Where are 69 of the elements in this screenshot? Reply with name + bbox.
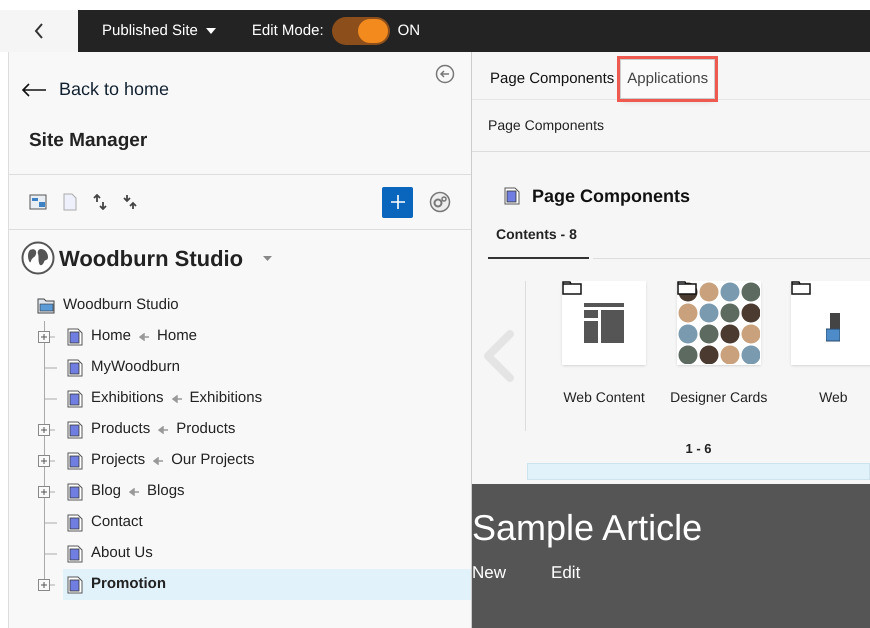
collapse-panel-icon[interactable] [435,64,455,84]
arrow-left-icon [153,456,164,464]
arrow-left-icon [21,82,47,96]
site-name: Woodburn Studio [59,244,244,272]
page-icon [67,482,83,500]
arrow-left-icon [158,426,168,434]
add-button[interactable] [382,186,413,218]
contents-tab[interactable]: Contents - 8 [488,224,589,259]
page-icon [67,544,83,562]
edit-mode-state: ON [398,20,420,41]
tree-item[interactable]: MyWoodburn [63,352,471,383]
expand-icon[interactable] [38,454,56,466]
page-icon [67,452,83,470]
article-title: Sample Article [472,508,704,548]
collapse-all-icon[interactable] [123,194,137,210]
page-icon [67,514,83,532]
site-dropdown[interactable]: Published Site [102,20,216,42]
settings-icon[interactable] [429,191,451,213]
edit-mode-switch[interactable] [332,17,390,45]
site-layout-icon[interactable] [29,194,47,210]
tree-item[interactable]: Contact [63,507,471,538]
scroll-track[interactable] [527,462,870,480]
back-to-home-link[interactable]: Back to home [21,76,170,103]
folder-icon [676,281,697,295]
tree-item[interactable]: Exhibitions Exhibitions [63,383,471,414]
tree-item[interactable]: Home Home [63,321,471,352]
palette-tab[interactable]: Page Components [484,59,620,99]
expand-icon[interactable] [38,424,56,436]
article-action-link[interactable]: Edit [551,560,580,585]
arrow-left-icon [139,332,150,340]
page-icon [67,328,83,346]
expand-icon[interactable] [38,486,56,498]
folder-icon [791,281,812,295]
caret-icon[interactable] [263,256,272,260]
chevron-left-icon [34,23,44,39]
expand-icon[interactable] [38,578,56,590]
tree-item[interactable]: Products Products [63,414,471,445]
expand-all-icon[interactable] [93,194,107,210]
tree-item[interactable]: Promotion [63,569,471,600]
component-tile[interactable] [791,281,870,365]
component-tile[interactable] [562,281,646,365]
edit-mode-label: Edit Mode: [252,20,324,41]
component-label: Web Content [563,388,645,407]
tree-item[interactable]: Projects Our Projects [63,445,471,476]
arrow-left-icon [172,394,182,402]
globe-icon [21,241,55,275]
tree-item[interactable]: Woodburn Studio [33,290,471,321]
page-icon [67,390,83,408]
page-icon [67,420,83,438]
expand-icon[interactable] [38,330,56,342]
panel-title: Site Manager [9,127,471,175]
site-folder-icon [37,298,55,314]
section-heading: Page Components [532,184,690,208]
arrow-left-icon [129,488,140,496]
page-icon [67,358,83,376]
palette-tab[interactable]: Applications [620,59,716,99]
folder-icon [562,281,582,295]
component-label: Designer Cards [670,388,768,407]
page-icon [67,576,83,594]
caret-icon [206,28,216,34]
layout-icon [584,303,624,343]
tree-item[interactable]: Blog Blogs [63,476,471,507]
document-icon [504,187,520,205]
tree-item[interactable]: About Us [63,538,471,569]
plus-icon [390,195,404,209]
component-label: Web [819,388,848,407]
pager-label: 1 - 6 [684,440,712,458]
breadcrumb: Page Components [472,100,870,152]
article-action-link[interactable]: New [472,560,506,585]
